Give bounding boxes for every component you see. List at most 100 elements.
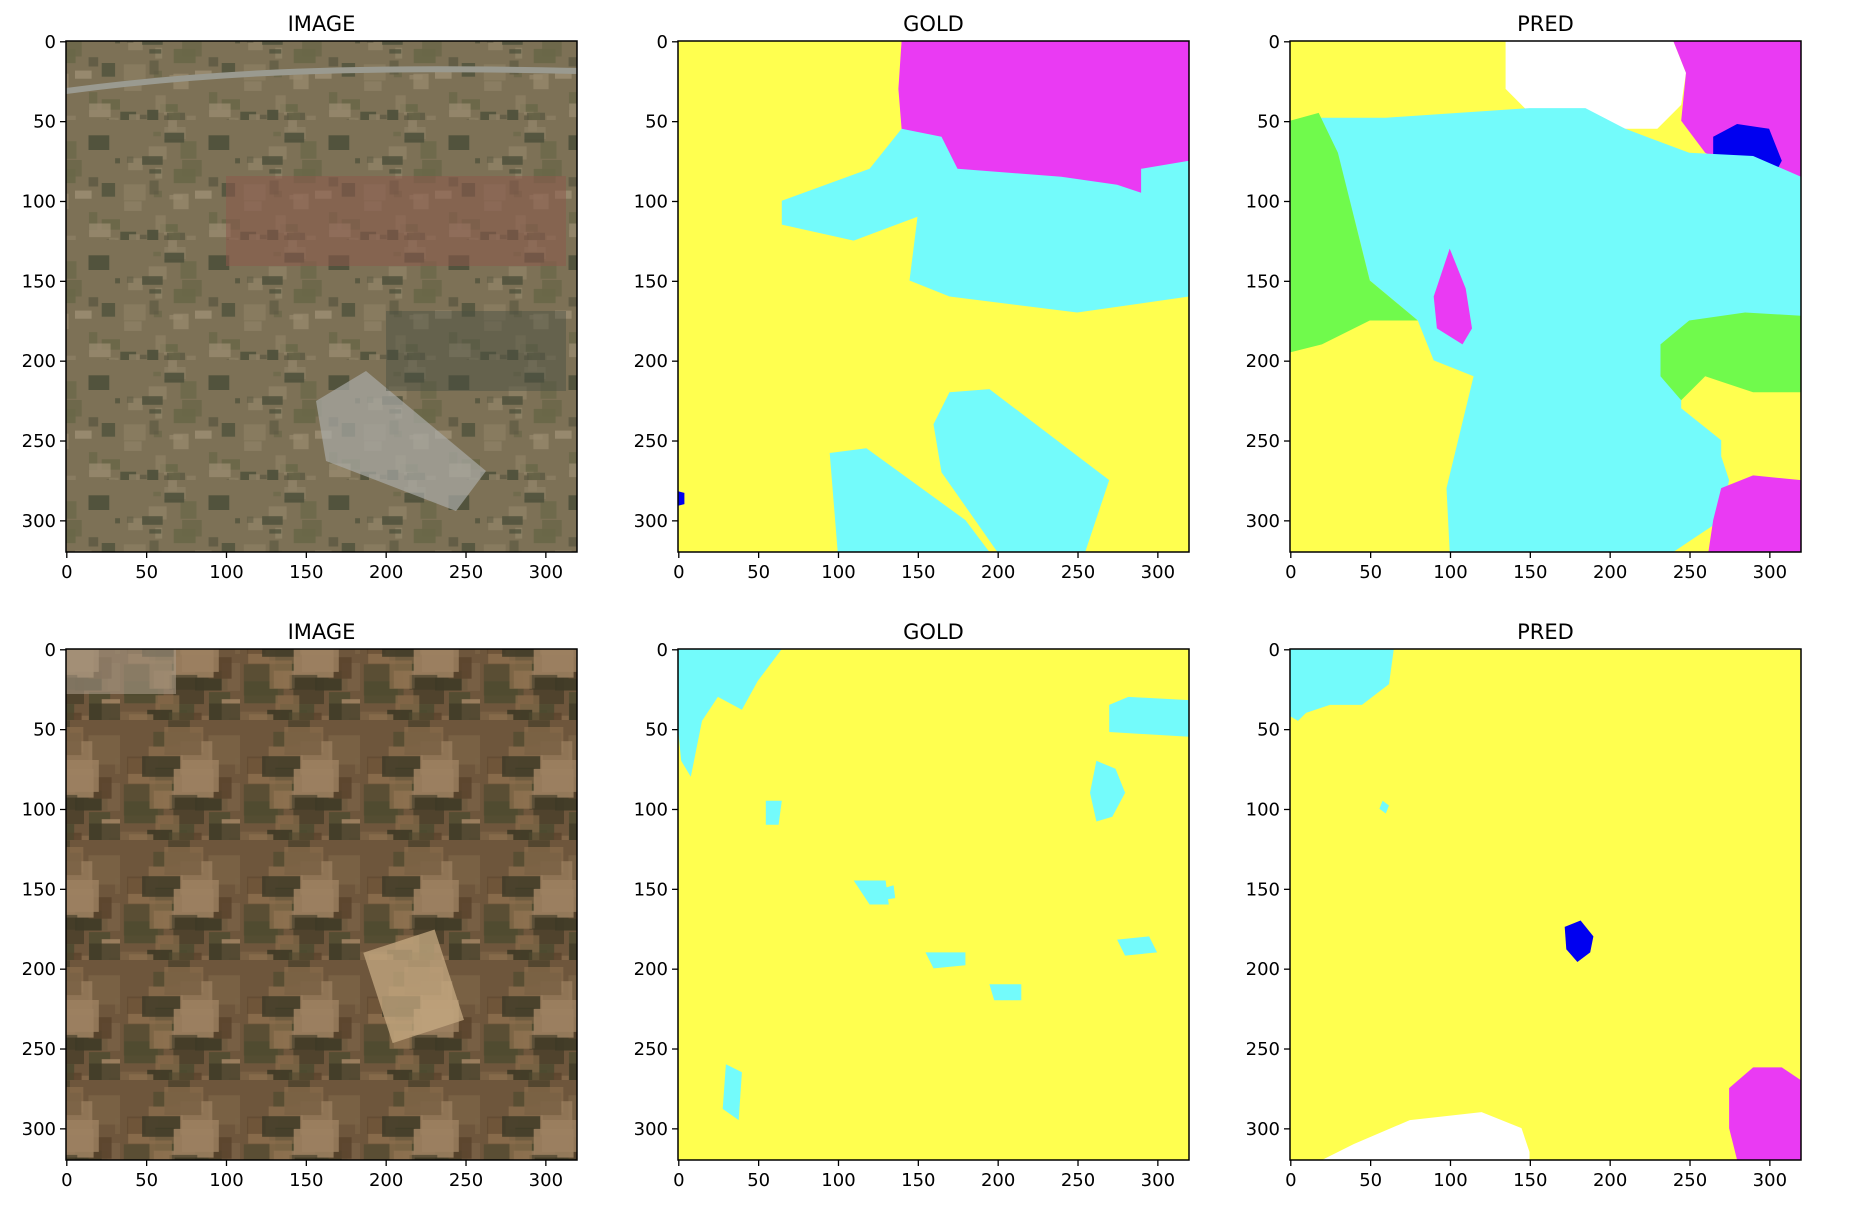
- x-tick-label: 200: [369, 1170, 403, 1191]
- y-tick-label: 50: [645, 720, 668, 741]
- panel-image: [66, 649, 577, 1160]
- satellite-image: [66, 649, 577, 1160]
- x-tick-label: 50: [747, 562, 770, 583]
- panel-pred-2: PRED 0 50 100 150 200 250 300 0 50 100 150 200 250 300: [1246, 620, 1802, 1191]
- y-tick-label: 0: [45, 640, 56, 661]
- y-tick-label: 100: [634, 191, 668, 212]
- panel-image: [66, 41, 577, 552]
- x-tick-label: 150: [901, 562, 935, 583]
- y-tick-label: 0: [1269, 32, 1280, 53]
- x-tick-label: 200: [369, 562, 403, 583]
- x-tick-label: 300: [1753, 562, 1787, 583]
- panel-title: IMAGE: [288, 12, 356, 36]
- x-tick-label: 100: [1433, 1170, 1467, 1191]
- y-tick-label: 150: [22, 271, 56, 292]
- y-tick-label: 200: [22, 351, 56, 372]
- x-tick-label: 50: [1359, 1170, 1382, 1191]
- y-tick-label: 100: [22, 799, 56, 820]
- y-tick-label: 50: [33, 112, 56, 133]
- y-tick-label: 200: [22, 959, 56, 980]
- x-tick-label: 250: [1061, 1170, 1095, 1191]
- y-tick-label: 150: [1246, 879, 1280, 900]
- y-tick-label: 250: [22, 431, 56, 452]
- panel-image-1: IMAGE 0 50 100 150 200 250 300 0 50 100 150 200 250 30…: [22, 12, 578, 583]
- village-area: [66, 649, 176, 694]
- y-tick-label: 200: [634, 351, 668, 372]
- panel-title: IMAGE: [288, 620, 356, 644]
- x-tick-label: 150: [289, 562, 323, 583]
- panel-gold-1: GOLD 0 50 100 150 200 250 300 0 50 100 150 200 250 300: [634, 12, 1190, 583]
- y-tick-label: 150: [634, 271, 668, 292]
- x-tick-label: 200: [981, 562, 1015, 583]
- y-tick-label: 250: [1246, 431, 1280, 452]
- y-tick-label: 250: [634, 431, 668, 452]
- y-tick-label: 150: [1246, 271, 1280, 292]
- y-tick-label: 250: [22, 1039, 56, 1060]
- x-tick-label: 150: [901, 1170, 935, 1191]
- x-tick-label: 250: [1673, 562, 1707, 583]
- x-tick-label: 50: [1359, 562, 1382, 583]
- y-tick-label: 250: [634, 1039, 668, 1060]
- y-tick-label: 50: [1257, 720, 1280, 741]
- panel-title: GOLD: [903, 12, 964, 36]
- x-tick-label: 150: [1513, 1170, 1547, 1191]
- x-tick-label: 50: [747, 1170, 770, 1191]
- x-tick-label: 300: [1141, 562, 1175, 583]
- y-tick-label: 200: [1246, 351, 1280, 372]
- x-tick-label: 300: [529, 562, 563, 583]
- y-tick-label: 150: [634, 879, 668, 900]
- panel-title: PRED: [1517, 620, 1574, 644]
- x-tick-label: 100: [821, 1170, 855, 1191]
- y-tick-label: 0: [657, 640, 668, 661]
- panel-title: PRED: [1517, 12, 1574, 36]
- panel-gold-2: GOLD 0 50 100 150 200 250 300 0 50 100 150 200 250 300: [634, 620, 1190, 1191]
- y-tick-label: 100: [22, 191, 56, 212]
- y-tick-label: 100: [634, 799, 668, 820]
- x-tick-label: 150: [289, 1170, 323, 1191]
- x-tick-label: 0: [1285, 562, 1296, 583]
- y-tick-label: 300: [1246, 511, 1280, 532]
- x-tick-label: 200: [1593, 1170, 1627, 1191]
- panel-image: [1290, 41, 1801, 552]
- x-tick-label: 0: [61, 562, 72, 583]
- x-tick-label: 50: [135, 562, 158, 583]
- panel-image-2: IMAGE 0 50 100 150 200 250 300 0 50 100 150 200 250 30…: [22, 620, 578, 1191]
- x-tick-label: 100: [1433, 562, 1467, 583]
- magenta-region: [1729, 1067, 1801, 1160]
- yellow-background: [1290, 649, 1801, 1160]
- x-tick-label: 100: [209, 1170, 243, 1191]
- x-tick-label: 0: [673, 1170, 684, 1191]
- x-tick-label: 200: [1593, 562, 1627, 583]
- y-tick-label: 0: [1269, 640, 1280, 661]
- y-tick-label: 300: [1246, 1119, 1280, 1140]
- x-tick-label: 250: [1673, 1170, 1707, 1191]
- x-tick-label: 100: [209, 562, 243, 583]
- satellite-image: [66, 41, 577, 552]
- x-tick-label: 100: [821, 562, 855, 583]
- y-tick-label: 200: [1246, 959, 1280, 980]
- x-tick-label: 250: [449, 1170, 483, 1191]
- y-tick-label: 200: [634, 959, 668, 980]
- y-tick-label: 50: [33, 720, 56, 741]
- y-tick-label: 100: [1246, 799, 1280, 820]
- y-tick-label: 0: [45, 32, 56, 53]
- x-tick-label: 0: [1285, 1170, 1296, 1191]
- y-tick-label: 300: [634, 1119, 668, 1140]
- cyan-region: [989, 984, 1022, 1001]
- x-tick-label: 300: [529, 1170, 563, 1191]
- y-tick-label: 250: [1246, 1039, 1280, 1060]
- figure: IMAGE 0 50 100 150 200 250 300 0 50 100 150 200 250 30…: [22, 12, 1802, 1191]
- panel-image: [1290, 649, 1801, 1160]
- y-tick-label: 300: [22, 511, 56, 532]
- panel-title: GOLD: [903, 620, 964, 644]
- y-tick-label: 50: [1257, 112, 1280, 133]
- x-tick-label: 200: [981, 1170, 1015, 1191]
- cyan-region: [1109, 696, 1189, 737]
- x-tick-label: 300: [1141, 1170, 1175, 1191]
- x-tick-label: 300: [1753, 1170, 1787, 1191]
- y-tick-label: 150: [22, 879, 56, 900]
- panel-image: [678, 41, 1189, 552]
- x-tick-label: 50: [135, 1170, 158, 1191]
- y-tick-label: 300: [22, 1119, 56, 1140]
- x-tick-label: 250: [449, 562, 483, 583]
